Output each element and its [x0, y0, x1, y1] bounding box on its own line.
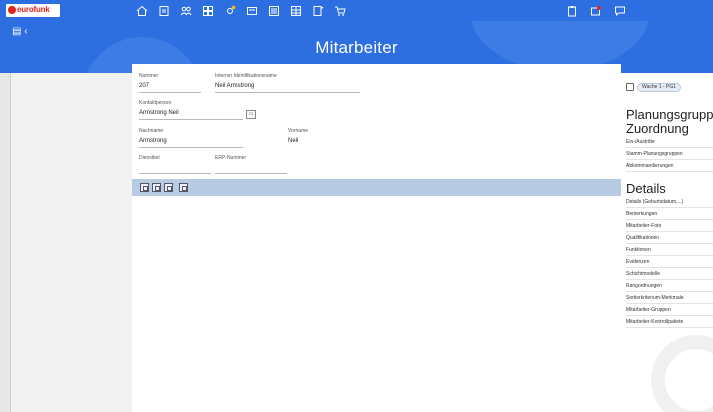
erp-label: ERP-Nummer: [215, 155, 247, 161]
notification-icon[interactable]: [590, 5, 602, 17]
nachname-label: Nachname: [139, 128, 164, 134]
sidebar-toggle-button[interactable]: ▤ ‹: [12, 26, 28, 37]
copy-icon[interactable]: [164, 183, 173, 192]
toolbar-icon-group: [136, 2, 346, 19]
section-title-planungsgruppe: Planungsgruppe: [626, 107, 713, 122]
right-panel: Wache 1 - PG1 Planungsgruppe Zuordnung E…: [621, 73, 713, 412]
grid-icon[interactable]: [202, 5, 214, 17]
nummer-field[interactable]: 207: [139, 83, 149, 89]
home-icon[interactable]: [136, 5, 148, 17]
table-icon[interactable]: [290, 5, 302, 17]
building-icon: [626, 83, 634, 91]
chat-icon[interactable]: [614, 5, 626, 17]
document-icon[interactable]: [158, 5, 170, 17]
kontakt-label: Kontaktperson: [139, 100, 172, 106]
vorname-field[interactable]: Neil: [288, 138, 298, 144]
menu-item-ein-austritte[interactable]: Ein-/Austritte: [626, 136, 713, 148]
section-title-details: Details: [626, 181, 666, 196]
planning-group-chip[interactable]: Wache 1 - PG1: [626, 82, 681, 92]
intern-field[interactable]: Neil Armstrong: [215, 83, 254, 89]
chip-label: Wache 1 - PG1: [637, 82, 681, 92]
menu-item-funktionen[interactable]: Funktionen: [626, 244, 713, 256]
cart-icon[interactable]: [334, 5, 346, 17]
menu-item-evidenzen[interactable]: Evidenzen: [626, 256, 713, 268]
nummer-underline: [139, 92, 201, 93]
form-icon[interactable]: [246, 5, 258, 17]
intern-label: Interner Identifikationsname: [215, 73, 277, 79]
menu-item-bemerkungen[interactable]: Bemerkungen: [626, 208, 713, 220]
menu-item-stamm-planungsgruppen[interactable]: Stamm-Planungsgruppen: [626, 148, 713, 160]
dienst-label: Dienstitel: [139, 155, 160, 161]
erp-underline: [215, 173, 287, 174]
clipboard-icon[interactable]: [566, 5, 578, 17]
list-icon[interactable]: [268, 5, 280, 17]
settings-icon[interactable]: [224, 5, 236, 17]
nachname-underline: [139, 147, 243, 148]
contact-select-button[interactable]: ▭: [246, 110, 256, 119]
employee-form: Nummer 207 Interner Identifikationsname …: [132, 64, 621, 412]
menu-item-qualifikationen[interactable]: Qualifikationen: [626, 232, 713, 244]
dienst-underline: [139, 173, 211, 174]
logo-text: eurofunk: [17, 5, 50, 14]
nachname-field[interactable]: Armstrong: [139, 138, 167, 144]
menu-item-sortierkriterium-merkmale[interactable]: Sortierkriterium-Merkmale: [626, 292, 713, 304]
menu-item-abkommandierungen[interactable]: Abkommandierungen: [626, 160, 713, 172]
logo-mark-icon: [8, 6, 16, 14]
nummer-label: Nummer: [139, 73, 159, 79]
delete-icon[interactable]: [179, 183, 188, 192]
kontakt-field[interactable]: Armstrong Neil: [139, 110, 179, 116]
list-toolbar: [132, 179, 621, 196]
intern-underline: [215, 92, 360, 93]
app-logo[interactable]: eurofunk: [6, 4, 60, 17]
add-icon[interactable]: [140, 183, 149, 192]
top-toolbar: eurofunk: [0, 0, 713, 21]
menu-item-rangordnungen[interactable]: Rangordnungen: [626, 280, 713, 292]
section-title-zuordnung: Zuordnung: [626, 121, 689, 136]
edit-icon[interactable]: [152, 183, 161, 192]
vorname-label: Vorname: [288, 128, 309, 134]
menu-item-mitarbeiter-gruppen[interactable]: Mitarbeiter-Gruppen: [626, 304, 713, 316]
kontakt-underline: [139, 119, 243, 120]
menu-item-details[interactable]: Details (Geburtsdatum,...): [626, 196, 713, 208]
left-sidebar-collapsed: [0, 73, 11, 412]
menu-item-schichtmodelle[interactable]: Schichtmodelle: [626, 268, 713, 280]
sheet-icon[interactable]: [312, 5, 324, 17]
toolbar-right-group: [566, 2, 626, 19]
menu-item-mitarbeiter-kontrollpakete[interactable]: Mitarbeiter-Kontrollpakete: [626, 316, 713, 328]
page-title: Mitarbeiter: [315, 38, 398, 57]
menu-item-mitarbeiter-foto[interactable]: Mitarbeiter-Foto: [626, 220, 713, 232]
users-icon[interactable]: [180, 5, 192, 17]
background-decoration: [651, 335, 713, 412]
